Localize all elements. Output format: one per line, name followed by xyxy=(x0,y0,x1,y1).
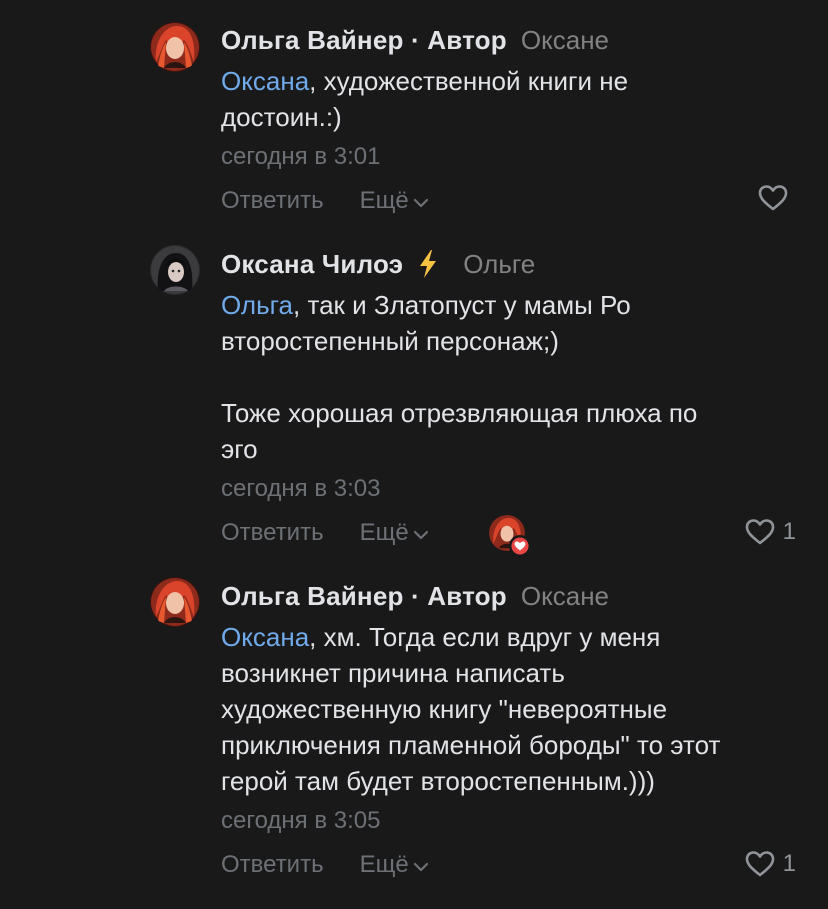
reply-button[interactable]: Ответить xyxy=(221,850,324,880)
chevron-down-icon xyxy=(413,530,428,540)
text-line: достоин.:) xyxy=(221,102,342,132)
comment-date: сегодня в 3:03 xyxy=(221,475,381,502)
comment-date: сегодня в 3:05 xyxy=(221,807,381,834)
comment-text: Оксана, хм. Тогда если вдруг у меня возни… xyxy=(221,619,811,799)
author-name[interactable]: Ольга Вайнер · Автор xyxy=(221,24,507,56)
chevron-down-icon xyxy=(413,198,428,208)
mention-link[interactable]: Оксана xyxy=(221,622,309,652)
author-name[interactable]: Ольга Вайнер · Автор xyxy=(221,580,507,612)
comment-text: Оксана, художественной книги не достоин.:… xyxy=(221,63,811,135)
mention-link[interactable]: Ольга xyxy=(221,290,293,320)
text-line: , так и Златопуст у мамы Ро xyxy=(293,290,631,320)
like-button[interactable]: 1 xyxy=(745,849,796,879)
heart-outline-icon xyxy=(745,519,774,545)
text-line: возникнет причина написать xyxy=(221,658,565,688)
like-count: 1 xyxy=(782,850,796,877)
comment-actions: Ответить Ещё xyxy=(221,518,429,548)
lightning-icon xyxy=(420,250,437,278)
avatar-olga[interactable] xyxy=(150,577,200,627)
more-label: Ещё xyxy=(359,519,409,546)
reply-to-name[interactable]: Ольге xyxy=(463,248,535,280)
text-line: эго xyxy=(221,434,258,464)
text-line: , художественной книги не xyxy=(309,66,629,96)
text-line: художественную книгу "невероятные xyxy=(221,694,668,724)
text-line: приключения пламенной бороды" то этот xyxy=(221,730,721,760)
comment-header: Оксана Чилоэ Ольге xyxy=(221,248,535,280)
avatar-olga[interactable] xyxy=(150,22,200,72)
like-count: 1 xyxy=(782,518,796,545)
reply-to-name[interactable]: Оксане xyxy=(521,580,609,612)
text-line: Тоже хорошая отрезвляющая плюха по xyxy=(221,398,698,428)
comment-date: сегодня в 3:01 xyxy=(221,143,381,170)
reply-to-name[interactable]: Оксане xyxy=(521,24,609,56)
comment-header: Ольга Вайнер · Автор Оксане xyxy=(221,580,609,612)
comment-actions: Ответить Ещё xyxy=(221,186,429,216)
reply-button[interactable]: Ответить xyxy=(221,518,324,548)
like-button[interactable]: 1 xyxy=(745,517,796,547)
more-label: Ещё xyxy=(359,187,409,214)
comment-header: Ольга Вайнер · Автор Оксане xyxy=(221,24,609,56)
comment-text: Ольга, так и Златопуст у мамы Ро второсте… xyxy=(221,287,811,467)
liked-by-avatar[interactable] xyxy=(489,515,531,557)
text-line: герой там будет второстепенным.))) xyxy=(221,766,655,796)
more-label: Ещё xyxy=(359,851,409,878)
mention-link[interactable]: Оксана xyxy=(221,66,309,96)
chevron-down-icon xyxy=(413,862,428,872)
text-line: , хм. Тогда если вдруг у меня xyxy=(309,622,661,652)
heart-outline-icon xyxy=(745,851,774,877)
author-name[interactable]: Оксана Чилоэ xyxy=(221,248,403,280)
more-button[interactable]: Ещё xyxy=(360,850,429,880)
reply-button[interactable]: Ответить xyxy=(221,186,324,216)
text-line: второстепенный персонаж;) xyxy=(221,326,559,356)
heart-outline-icon xyxy=(758,185,788,211)
comment-actions: Ответить Ещё xyxy=(221,850,429,880)
more-button[interactable]: Ещё xyxy=(360,186,429,216)
more-button[interactable]: Ещё xyxy=(360,518,429,548)
avatar-oksana[interactable] xyxy=(150,245,200,295)
like-button[interactable] xyxy=(758,184,796,212)
heart-filled-icon xyxy=(509,535,531,557)
